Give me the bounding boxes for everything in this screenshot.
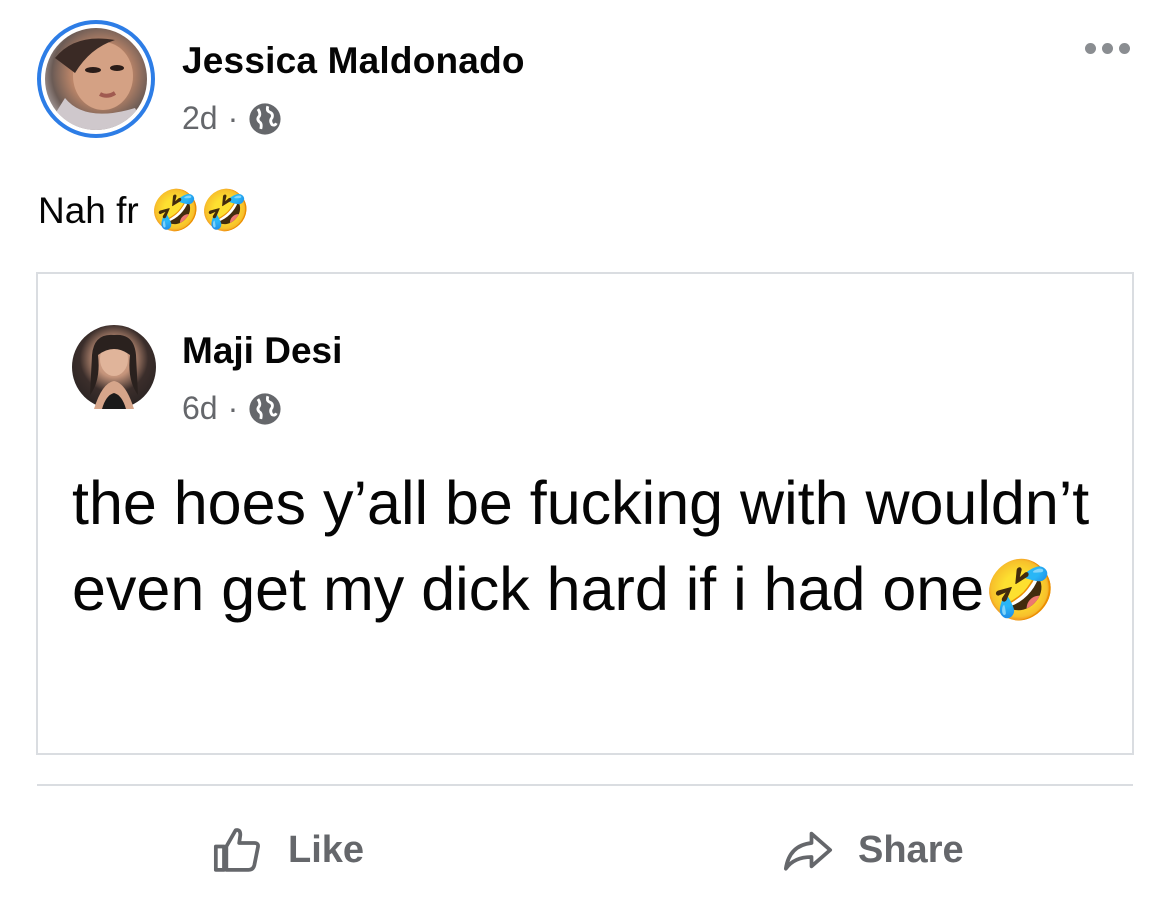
post-text-content: Nah fr — [38, 189, 139, 231]
thumbs-up-icon — [213, 828, 260, 872]
more-dot — [1085, 42, 1096, 54]
shared-post-meta: 6d · — [182, 390, 282, 427]
avatar[interactable] — [45, 28, 147, 130]
shared-post-text: the hoes y’all be fucking with wouldn’t … — [72, 460, 1122, 634]
globe-icon[interactable] — [248, 392, 282, 426]
like-button[interactable]: Like — [210, 820, 364, 880]
meta-separator: · — [227, 100, 239, 136]
share-label: Share — [858, 828, 964, 871]
avatar-photo — [45, 38, 147, 130]
shared-avatar-photo — [90, 334, 138, 409]
more-dot — [1119, 42, 1130, 54]
author-name[interactable]: Jessica Maldonado — [182, 40, 525, 82]
shared-author-name[interactable]: Maji Desi — [182, 330, 342, 372]
shared-post-text-content: the hoes y’all be fucking with wouldn’t … — [72, 469, 1090, 623]
post-text: Nah fr 🤣🤣 — [38, 187, 250, 234]
globe-icon[interactable] — [248, 102, 282, 136]
more-dot — [1102, 42, 1113, 54]
share-arrow-icon — [783, 831, 833, 871]
post-time[interactable]: 2d — [182, 100, 218, 137]
share-button[interactable]: Share — [780, 820, 964, 880]
action-divider — [37, 784, 1133, 786]
more-options-icon[interactable] — [1085, 38, 1135, 58]
laughing-emoji-icon: 🤣 — [984, 558, 1057, 623]
like-label: Like — [288, 828, 365, 871]
shared-avatar[interactable] — [72, 325, 156, 409]
laughing-emoji-icon: 🤣🤣 — [150, 189, 251, 233]
shared-post-time[interactable]: 6d — [182, 390, 218, 427]
meta-separator: · — [227, 390, 239, 426]
post-meta: 2d · — [182, 100, 282, 137]
